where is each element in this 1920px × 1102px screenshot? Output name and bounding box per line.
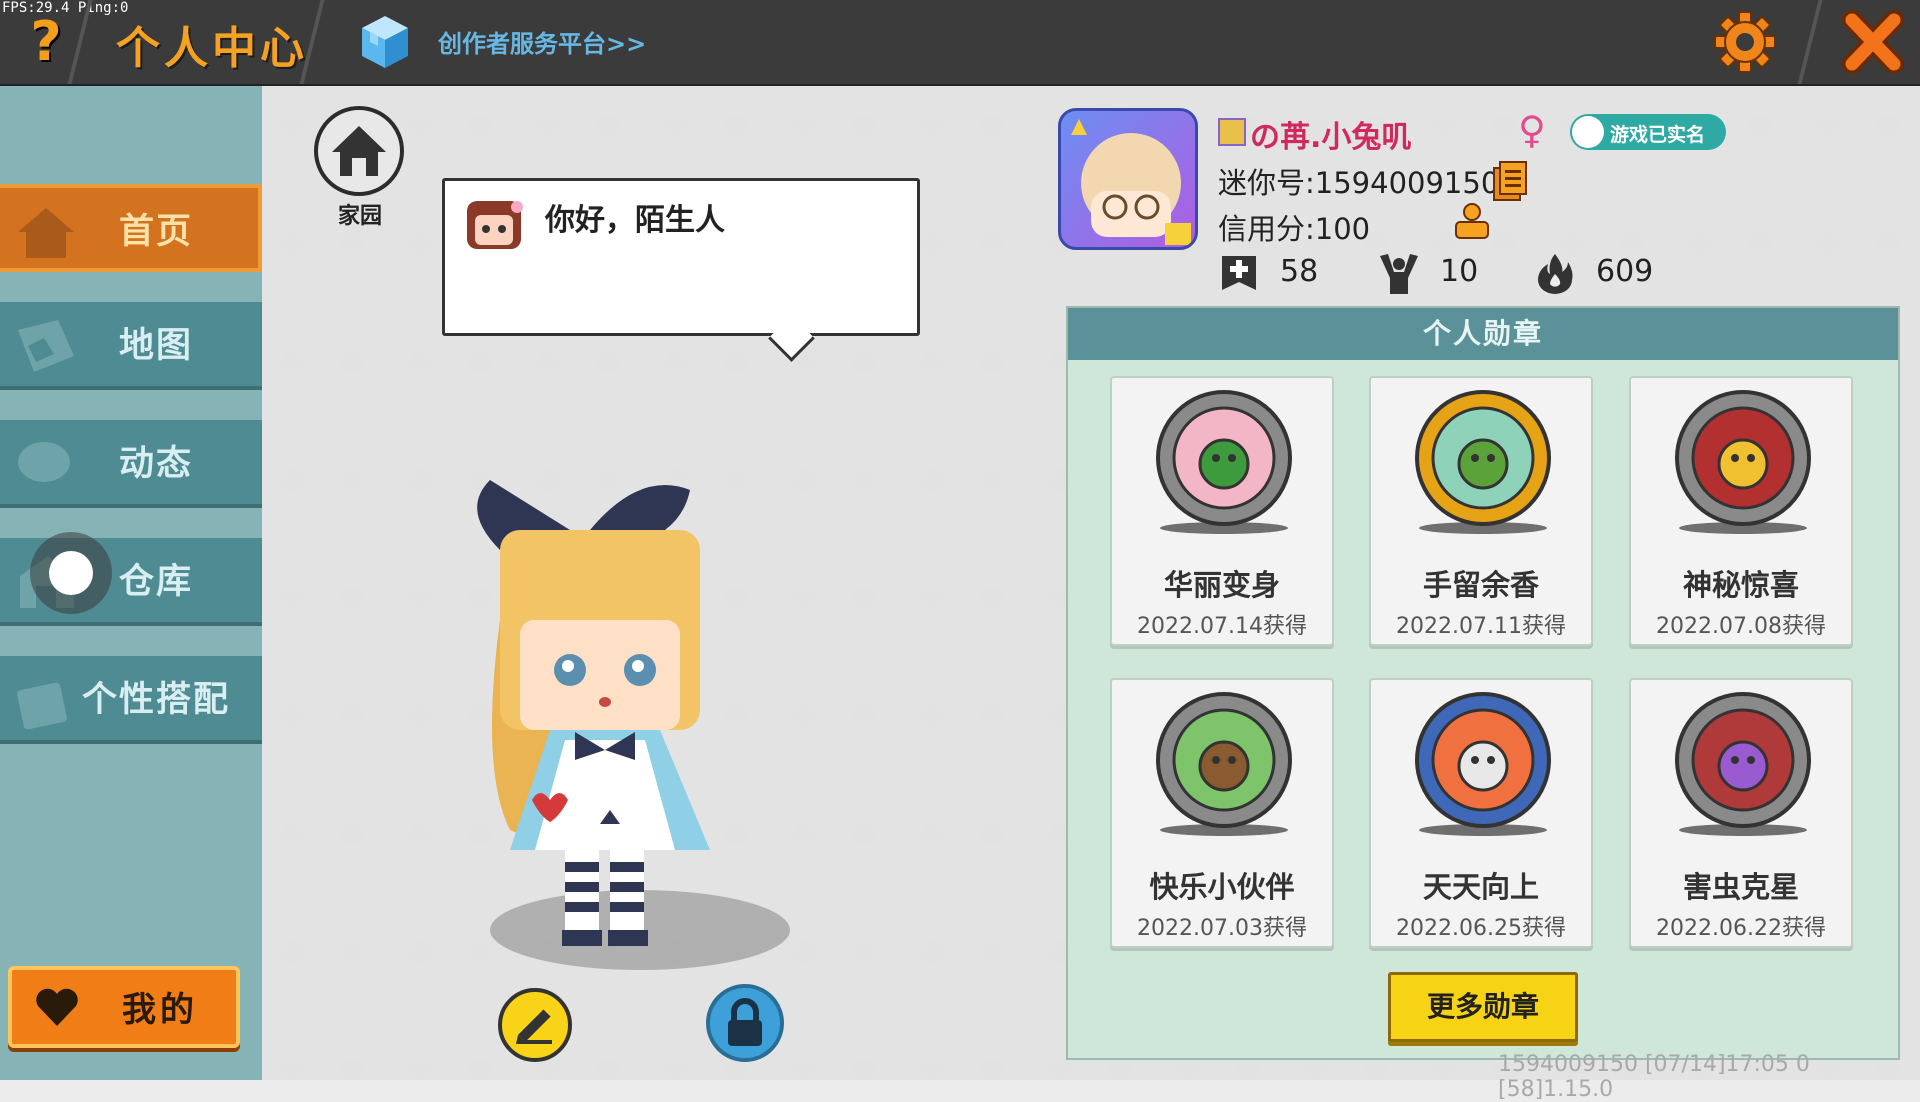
page-title: 个人中心 bbox=[116, 23, 308, 74]
more-medals-button[interactable]: 更多勋章 bbox=[1388, 972, 1578, 1042]
medal-card[interactable]: 神秘惊喜 2022.07.08获得 bbox=[1629, 376, 1853, 646]
medal-date: 2022.07.11获得 bbox=[1396, 614, 1566, 639]
sidebar-item-label: 动态 bbox=[118, 444, 193, 484]
dino-mirror-medal-icon bbox=[1156, 390, 1292, 534]
medal-card[interactable]: 手留余香 2022.07.11获得 bbox=[1369, 376, 1593, 646]
sidebar-item-label: 首页 bbox=[118, 212, 193, 252]
medal-card[interactable]: 害虫克星 2022.06.22获得 bbox=[1629, 678, 1853, 948]
copy-icon[interactable] bbox=[1492, 160, 1528, 202]
sidebar-item-map[interactable]: 地图 bbox=[0, 302, 262, 390]
pencil-icon bbox=[515, 1009, 552, 1045]
credit-score: 信用分:100 bbox=[1218, 212, 1371, 246]
profile-card-icon[interactable] bbox=[1452, 202, 1492, 240]
home-icon bbox=[332, 126, 386, 176]
lock-button[interactable] bbox=[706, 984, 784, 1062]
friends-medal-icon bbox=[1156, 692, 1292, 836]
gear-icon[interactable] bbox=[1710, 10, 1780, 74]
close-icon[interactable] bbox=[1840, 10, 1906, 74]
medal-name: 快乐小伙伴 bbox=[1149, 870, 1295, 904]
sidebar-item-home[interactable]: 首页 bbox=[0, 184, 262, 272]
plus-card-icon bbox=[1222, 256, 1256, 290]
joystick[interactable] bbox=[30, 532, 112, 614]
medal-date: 2022.07.03获得 bbox=[1137, 916, 1307, 941]
lock-icon bbox=[728, 998, 762, 1046]
sidebar-item-outfit[interactable]: 个性搭配 bbox=[0, 656, 262, 744]
greeting-text: 你好，陌生人 bbox=[545, 203, 725, 238]
version-footer: 1594009150 [07/14]17:05 0 [58]1.15.0 bbox=[1498, 1052, 1810, 1102]
mine-label: 我的 bbox=[122, 990, 198, 1030]
sidebar: 首页 地图 动态 仓库 个性搭配 bbox=[0, 86, 262, 1080]
cube-icon[interactable] bbox=[360, 14, 410, 70]
top-bar: FPS:29.4 Ping:0 ? 个人中心 创作者服务平台>> bbox=[0, 0, 1920, 86]
flower-frog-medal-icon bbox=[1415, 390, 1551, 534]
medal-name: 神秘惊喜 bbox=[1682, 568, 1799, 602]
flame-icon bbox=[1538, 254, 1573, 294]
medal-date: 2022.07.08获得 bbox=[1656, 614, 1826, 639]
medal-date: 2022.06.25获得 bbox=[1396, 916, 1566, 941]
edit-button[interactable] bbox=[498, 988, 572, 1062]
heart-icon bbox=[36, 988, 78, 1026]
mini-id: 迷你号:1594009150 bbox=[1218, 166, 1500, 200]
realname-text: 游戏已实名 bbox=[1610, 124, 1706, 146]
medal-name: 手留余香 bbox=[1422, 568, 1539, 602]
girl-avatar-icon bbox=[467, 201, 523, 249]
mine-button[interactable]: 我的 bbox=[8, 966, 240, 1048]
question-mark-icon: ? bbox=[30, 10, 62, 73]
nickname: の苒.小兔叽 bbox=[1250, 120, 1412, 155]
calendar-medal-icon bbox=[1415, 692, 1551, 836]
profile-avatar[interactable] bbox=[1058, 108, 1198, 250]
medal-name: 华丽变身 bbox=[1163, 568, 1280, 602]
stat-value: 10 bbox=[1440, 254, 1479, 289]
character-avatar[interactable] bbox=[440, 470, 810, 990]
help-button[interactable]: ? bbox=[18, 10, 74, 74]
medal-panel-title: 个人勋章 bbox=[1068, 308, 1898, 360]
greeting-bubble: 你好，陌生人 bbox=[442, 178, 920, 336]
avatar-portrait bbox=[1071, 119, 1191, 245]
medal-date: 2022.07.14获得 bbox=[1137, 614, 1307, 639]
medal-name: 害虫克星 bbox=[1682, 870, 1799, 904]
divider bbox=[1797, 0, 1823, 84]
realname-badge: 游戏已实名 bbox=[1570, 114, 1726, 150]
sidebar-item-label: 地图 bbox=[118, 326, 193, 366]
female-icon: ♀ bbox=[1518, 108, 1546, 152]
sidebar-item-feed[interactable]: 动态 bbox=[0, 420, 262, 508]
sidebar-item-label: 个性搭配 bbox=[81, 680, 230, 720]
gift-box-medal-icon bbox=[1675, 390, 1811, 534]
stat-value: 58 bbox=[1280, 254, 1319, 289]
cheer-icon bbox=[1380, 254, 1418, 294]
home-button[interactable] bbox=[314, 106, 404, 196]
creator-platform-link[interactable]: 创作者服务平台>> bbox=[438, 24, 646, 59]
verified-user-icon bbox=[1572, 116, 1604, 148]
medal-card[interactable]: 天天向上 2022.06.25获得 bbox=[1369, 678, 1593, 948]
bug-net-medal-icon bbox=[1675, 692, 1811, 836]
medal-name: 天天向上 bbox=[1422, 870, 1539, 904]
rank-icon bbox=[1218, 118, 1246, 146]
medal-date: 2022.06.22获得 bbox=[1656, 916, 1826, 941]
home-label: 家园 bbox=[337, 204, 382, 229]
medal-card[interactable]: 快乐小伙伴 2022.07.03获得 bbox=[1110, 678, 1334, 948]
stat-value: 609 bbox=[1596, 254, 1654, 289]
medal-card[interactable]: 华丽变身 2022.07.14获得 bbox=[1110, 376, 1334, 646]
